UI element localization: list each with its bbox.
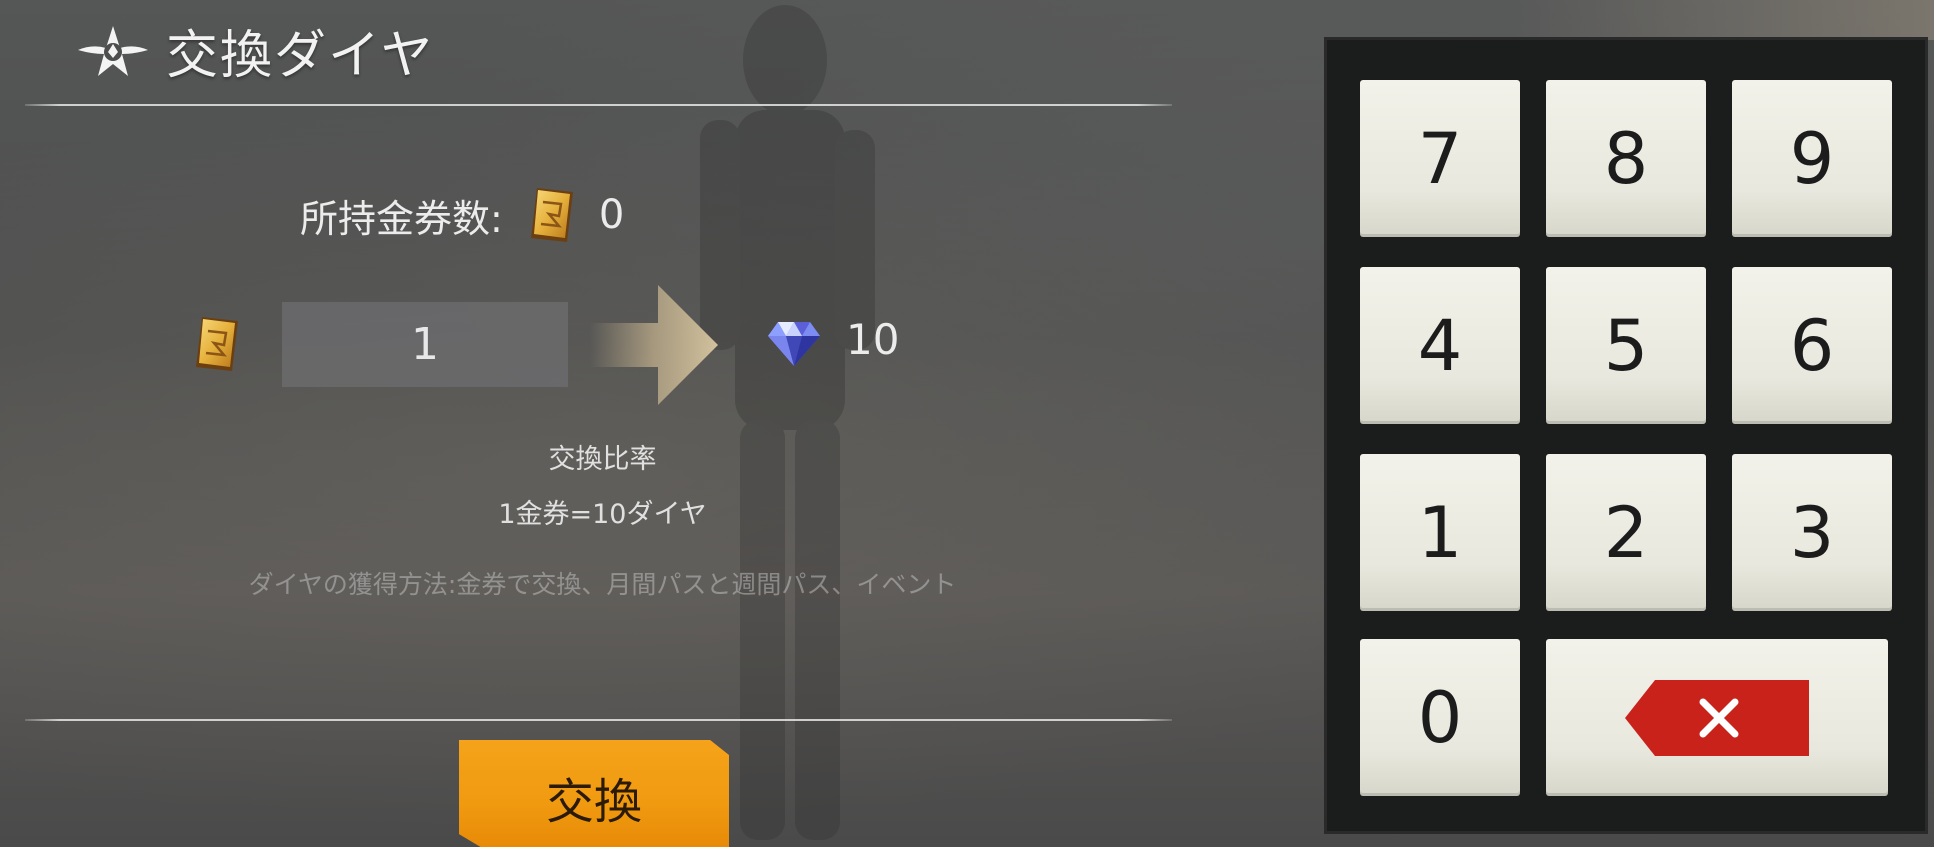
diamond-icon <box>768 322 820 366</box>
key-0[interactable]: 0 <box>1360 639 1520 796</box>
key-7[interactable]: 7 <box>1360 80 1520 237</box>
exchange-button-label: 交換 <box>545 773 642 830</box>
header-divider <box>25 104 1172 106</box>
key-6[interactable]: 6 <box>1732 267 1892 424</box>
exchange-rate-value: 1金券=10ダイヤ <box>498 499 707 530</box>
right-arrow-icon <box>590 285 718 405</box>
gold-ticket-icon <box>196 317 238 371</box>
backspace-key[interactable] <box>1546 639 1888 796</box>
ticket-amount-input[interactable]: 1 <box>282 302 568 387</box>
backspace-icon <box>1625 679 1809 756</box>
exchange-row: 1 10 <box>190 285 950 405</box>
key-2[interactable]: 2 <box>1546 454 1706 611</box>
ticket-balance-row: 所持金券数: 0 <box>300 180 624 250</box>
footer-divider <box>25 719 1172 721</box>
background-scenery <box>1514 0 1934 40</box>
diamond-result-count: 10 <box>846 315 900 364</box>
diamond-acquisition-hint: ダイヤの獲得方法:金券で交換、月間パスと週間パス、イベント <box>248 570 957 599</box>
key-9[interactable]: 9 <box>1732 80 1892 237</box>
ticket-balance-label: 所持金券数: <box>300 196 503 241</box>
exchange-button[interactable]: 交換 <box>459 740 729 847</box>
key-1[interactable]: 1 <box>1360 454 1520 611</box>
ticket-balance-count: 0 <box>598 192 625 238</box>
panel-header: 交換ダイヤ <box>72 14 434 86</box>
page-title: 交換ダイヤ <box>166 25 435 86</box>
key-4[interactable]: 4 <box>1360 267 1520 424</box>
key-8[interactable]: 8 <box>1546 80 1706 237</box>
gold-ticket-icon <box>530 188 573 242</box>
numeric-keypad: 7 8 9 4 5 6 1 2 3 0 <box>1324 37 1928 834</box>
key-3[interactable]: 3 <box>1732 454 1892 611</box>
exchange-rate-title: 交換比率 <box>548 444 657 475</box>
key-5[interactable]: 5 <box>1546 267 1706 424</box>
star-emblem-icon <box>78 26 148 76</box>
